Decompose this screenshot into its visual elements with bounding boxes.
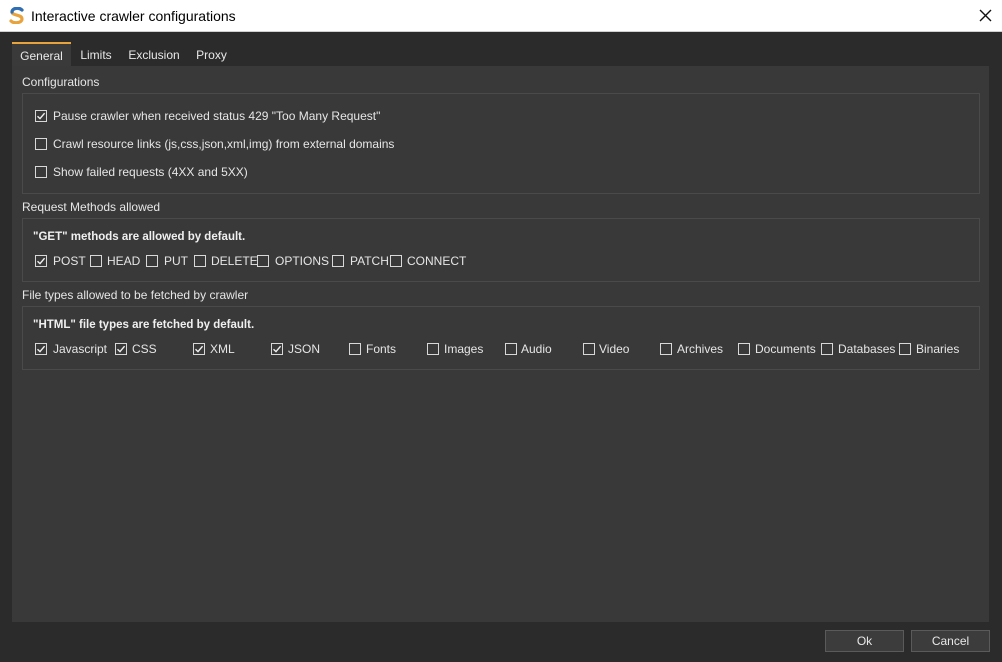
file-types-label: File types allowed to be fetched by craw… [22,288,249,302]
window-title: Interactive crawler configurations [31,8,236,24]
checkbox-archives[interactable] [660,343,672,355]
checkbox-label: Pause crawler when received status 429 "… [53,109,381,123]
request-methods-label: Request Methods allowed [22,200,161,214]
checkbox-label: Documents [755,342,816,356]
checkbox-label: HEAD [107,254,141,268]
checkbox-json[interactable] [271,343,283,355]
checkbox-label: Crawl resource links (js,css,json,xml,im… [53,137,395,151]
checkmark-icon [37,345,46,353]
checkbox-delete[interactable] [194,255,206,267]
checkbox-label: XML [210,342,235,356]
close-icon [979,9,992,22]
checkbox-label: PATCH [350,254,389,268]
tab-proxy[interactable]: Proxy [193,42,230,66]
tab-general[interactable]: General [12,42,71,66]
checkbox-label: Javascript [53,342,108,356]
checkbox-post[interactable] [35,255,47,267]
app-logo-icon [9,7,24,24]
checkbox[interactable] [35,138,47,150]
close-button[interactable] [970,0,1002,31]
cancel-button[interactable]: Cancel [911,630,990,652]
dialog-body: General Limits Exclusion Proxy Configura… [0,32,1002,662]
file-types-options: Javascript CSS XML JSON Fonts Images Aud… [35,342,975,359]
checkbox-label: Video [599,342,630,356]
checkbox[interactable] [35,166,47,178]
checkbox-label: POST [53,254,86,268]
checkmark-icon [273,345,282,353]
request-methods-group: "GET" methods are allowed by default. PO… [22,218,980,282]
checkmark-icon [37,112,46,120]
checkbox-options[interactable] [257,255,269,267]
file-types-group: "HTML" file types are fetched by default… [22,306,980,370]
checkbox-label: JSON [288,342,321,356]
file-types-note: "HTML" file types are fetched by default… [33,319,255,331]
checkbox-put[interactable] [146,255,158,267]
checkbox-video[interactable] [583,343,595,355]
general-panel: Configurations Pause crawler when receiv… [12,66,989,622]
checkbox[interactable] [35,110,47,122]
checkbox-label: OPTIONS [275,254,330,268]
checkbox-label: PUT [164,254,188,268]
checkbox-label: Audio [521,342,552,356]
title-bar: Interactive crawler configurations [0,0,1002,32]
checkbox-images[interactable] [427,343,439,355]
checkbox-patch[interactable] [332,255,344,267]
checkbox-label: DELETE [211,254,258,268]
checkbox-label: CONNECT [407,254,467,268]
tab-exclusion[interactable]: Exclusion [125,42,183,66]
configurations-label: Configurations [22,75,100,89]
checkbox-label: Images [444,342,484,356]
checkbox-label: Binaries [916,342,960,356]
checkbox-label: Archives [677,342,724,356]
checkbox-label: CSS [132,342,157,356]
checkmark-icon [195,345,204,353]
checkbox-fonts[interactable] [349,343,361,355]
checkbox-documents[interactable] [738,343,750,355]
configurations-group: Pause crawler when received status 429 "… [22,93,980,194]
checkbox-xml[interactable] [193,343,205,355]
checkmark-icon [117,345,126,353]
checkbox-label: Show failed requests (4XX and 5XX) [53,165,248,179]
checkbox-css[interactable] [115,343,127,355]
checkbox-audio[interactable] [505,343,517,355]
checkbox-databases[interactable] [821,343,833,355]
request-methods-options: POST HEAD PUT DELETE OPTIONS PATCH CONNE… [35,254,975,271]
checkbox-javascript[interactable] [35,343,47,355]
ok-button[interactable]: Ok [825,630,904,652]
request-methods-note: "GET" methods are allowed by default. [33,231,246,243]
checkbox-label: Databases [838,342,896,356]
checkbox-binaries[interactable] [899,343,911,355]
checkmark-icon [37,257,46,265]
checkbox-label: Fonts [366,342,397,356]
tab-limits[interactable]: Limits [75,42,117,66]
checkbox-connect[interactable] [390,255,402,267]
checkbox-head[interactable] [90,255,102,267]
